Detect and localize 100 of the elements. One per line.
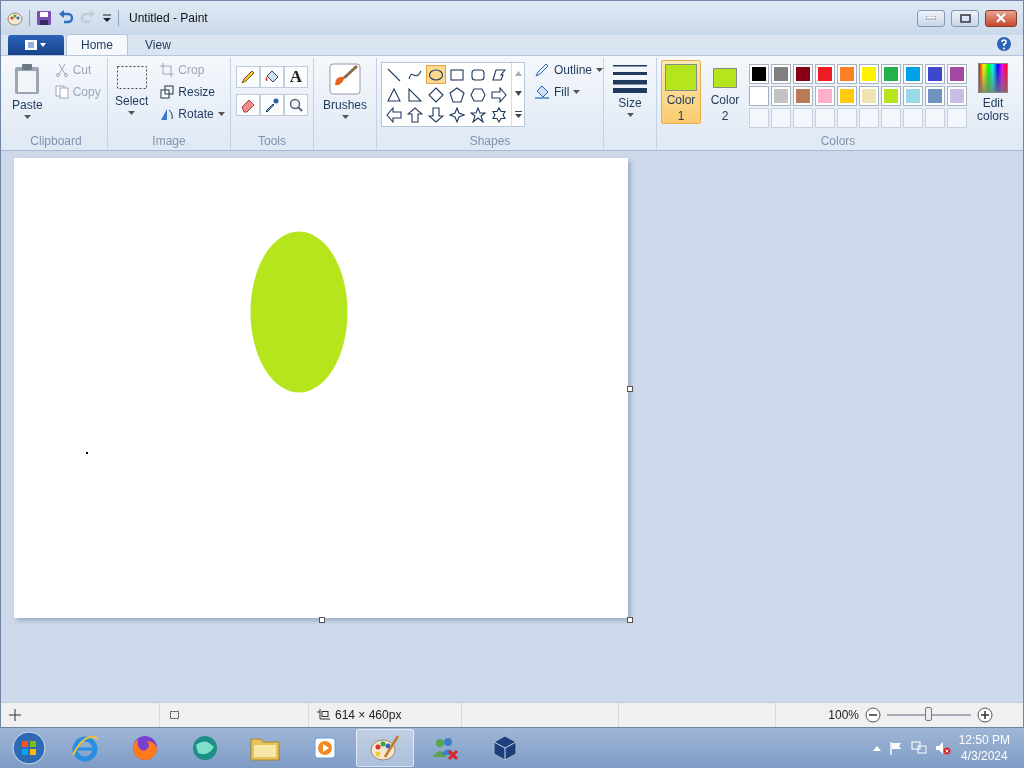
group-label: Shapes xyxy=(468,134,512,150)
select-button[interactable]: Select xyxy=(112,60,152,118)
ribbon-tab[interactable]: View xyxy=(130,34,186,55)
empty-swatch[interactable] xyxy=(749,108,769,128)
edit-colors-button[interactable]: Edit colors xyxy=(971,60,1015,124)
palette-swatch[interactable] xyxy=(903,86,923,106)
palette-swatch[interactable] xyxy=(815,64,835,84)
menu-icon xyxy=(24,39,48,51)
empty-swatch[interactable] xyxy=(793,108,813,128)
zoom-out-icon[interactable] xyxy=(865,707,881,723)
paint-app-icon[interactable] xyxy=(7,10,23,26)
empty-swatch[interactable] xyxy=(771,108,791,128)
empty-swatch[interactable] xyxy=(837,108,857,128)
palette-swatch[interactable] xyxy=(859,64,879,84)
restore-button[interactable] xyxy=(951,9,979,27)
palette-swatch[interactable] xyxy=(837,86,857,106)
palette-swatch[interactable] xyxy=(903,64,923,84)
shape-button[interactable] xyxy=(468,85,488,104)
shape-button[interactable] xyxy=(447,105,467,124)
resize-handle[interactable] xyxy=(627,617,633,623)
shape-button[interactable] xyxy=(405,85,425,104)
expand-gallery-icon[interactable] xyxy=(514,111,522,119)
palette-swatch[interactable] xyxy=(925,64,945,84)
outline-button[interactable]: Outline xyxy=(531,60,607,80)
flag-icon[interactable] xyxy=(888,741,903,755)
empty-swatch[interactable] xyxy=(947,108,967,128)
group-label: Clipboard xyxy=(29,134,83,150)
magnifier-icon xyxy=(288,97,304,113)
show-hidden-icons[interactable] xyxy=(872,745,881,751)
pencil-icon xyxy=(240,69,256,85)
empty-swatch[interactable] xyxy=(881,108,901,128)
empty-swatch[interactable] xyxy=(815,108,835,128)
fill-bucket-tool[interactable] xyxy=(260,66,284,88)
scroll-up-icon[interactable] xyxy=(514,70,522,76)
taskbar-app-button[interactable] xyxy=(356,729,414,767)
caret-icon xyxy=(596,68,604,72)
empty-swatch[interactable] xyxy=(925,108,945,128)
size-button[interactable]: Size xyxy=(610,60,650,120)
customize-dropdown-icon[interactable] xyxy=(102,13,112,23)
fox-browser-icon xyxy=(130,733,160,763)
caret-icon xyxy=(341,115,349,119)
resize-handle[interactable] xyxy=(627,386,633,392)
brushes-button[interactable]: Brushes xyxy=(320,60,370,122)
shape-button[interactable] xyxy=(426,65,446,84)
shape-button[interactable] xyxy=(405,105,425,124)
save-icon[interactable] xyxy=(36,10,52,26)
shape-button[interactable] xyxy=(447,85,467,104)
palette-swatch[interactable] xyxy=(749,86,769,106)
zoom-slider-thumb[interactable] xyxy=(925,707,932,721)
color-slot-button[interactable]: Color 2 xyxy=(705,60,745,124)
shape-button[interactable] xyxy=(468,105,488,124)
resize-button[interactable]: Resize xyxy=(157,82,228,102)
hexagon-shape-icon xyxy=(470,86,486,103)
rotate-button[interactable]: Rotate xyxy=(157,104,228,124)
close-button[interactable] xyxy=(985,9,1017,27)
zoom-in-icon[interactable] xyxy=(977,707,993,723)
color-slot-button[interactable]: Color 1 xyxy=(661,60,701,124)
color-picker-tool[interactable] xyxy=(260,94,284,116)
magnifier-tool[interactable] xyxy=(284,94,308,116)
palette-swatch[interactable] xyxy=(881,64,901,84)
rtriangle-shape-icon xyxy=(407,86,423,103)
palette-swatch[interactable] xyxy=(881,86,901,106)
palette-swatch[interactable] xyxy=(793,64,813,84)
paint-menu-button[interactable] xyxy=(8,35,64,55)
ribbon-tab[interactable]: Home xyxy=(66,34,128,55)
help-icon[interactable] xyxy=(996,36,1012,52)
palette-swatch[interactable] xyxy=(815,86,835,106)
palette-swatch[interactable] xyxy=(859,86,879,106)
shape-button[interactable] xyxy=(426,85,446,104)
palette-swatch[interactable] xyxy=(947,64,967,84)
scroll-down-icon[interactable] xyxy=(514,91,522,96)
paste-button[interactable]: Paste xyxy=(9,60,46,122)
palette-swatch[interactable] xyxy=(793,86,813,106)
minimize-icon xyxy=(926,16,936,20)
fill-button[interactable]: Fill xyxy=(531,82,607,102)
empty-swatch[interactable] xyxy=(859,108,879,128)
palette-swatch[interactable] xyxy=(837,64,857,84)
shape-button[interactable] xyxy=(426,105,446,124)
shape-button[interactable] xyxy=(489,85,509,104)
minimize-button[interactable] xyxy=(917,9,945,27)
arrow-left-shape-icon xyxy=(386,106,402,123)
palette-swatch[interactable] xyxy=(925,86,945,106)
text-tool[interactable]: A xyxy=(284,66,308,88)
network-icon[interactable] xyxy=(910,741,927,755)
palette-swatch[interactable] xyxy=(771,86,791,106)
speaker-muted-icon[interactable] xyxy=(934,741,951,755)
empty-swatch[interactable] xyxy=(903,108,923,128)
palette-swatch[interactable] xyxy=(749,64,769,84)
shape-button[interactable] xyxy=(489,105,509,124)
pencil-tool[interactable] xyxy=(236,66,260,88)
bucket-icon xyxy=(534,84,550,100)
scissors-icon xyxy=(54,63,69,77)
shape-button[interactable] xyxy=(384,105,404,124)
line-thickness-icon xyxy=(613,63,647,93)
undo-icon[interactable] xyxy=(58,10,74,26)
resize-handle[interactable] xyxy=(319,617,325,623)
caret-icon xyxy=(217,112,225,116)
palette-swatch[interactable] xyxy=(947,86,967,106)
eraser-tool[interactable] xyxy=(236,94,260,116)
palette-swatch[interactable] xyxy=(771,64,791,84)
